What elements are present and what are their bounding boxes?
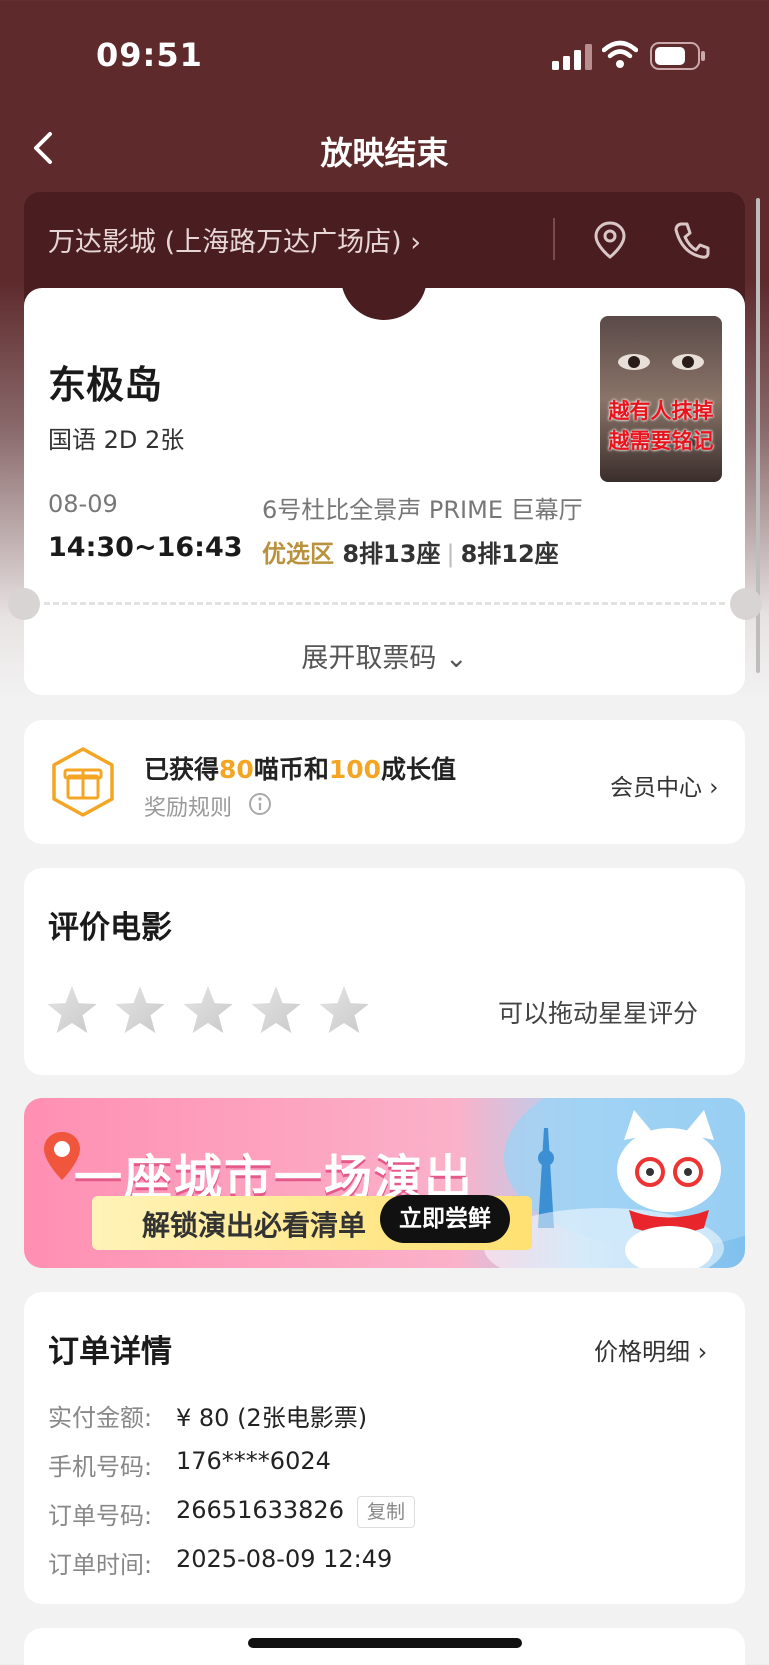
star-2-icon[interactable] <box>115 986 165 1033</box>
reward-suffix: 成长值 <box>381 755 457 784</box>
order-label-time: 订单时间: <box>48 1551 153 1579</box>
hall-name: 6号杜比全景声 PRIME 巨幕厅 <box>262 496 583 524</box>
battery-icon <box>650 42 705 70</box>
try-now-button[interactable]: 立即尝鲜 <box>380 1195 510 1243</box>
ticket-hole-left <box>8 588 40 620</box>
movie-poster[interactable]: 越有人抹掉 越需要铭记 <box>600 316 722 482</box>
status-time: 09:51 <box>96 36 203 74</box>
show-time: 14:30~16:43 <box>48 532 243 563</box>
page-title: 放映结束 <box>320 134 449 172</box>
location-pin-icon[interactable] <box>592 220 628 260</box>
order-label-number: 订单号码: <box>48 1502 153 1530</box>
reward-summary: 已获得80喵币和100成长值 <box>144 750 456 786</box>
divider <box>553 218 555 260</box>
seat-info: 优选区 8排13座 | 8排12座 <box>262 534 559 569</box>
movie-title: 东极岛 <box>48 363 163 407</box>
show-date: 08-09 <box>48 490 118 518</box>
order-label-amount: 实付金额: <box>48 1404 153 1432</box>
reward-middle: 喵币和 <box>253 755 329 784</box>
reward-prefix: 已获得 <box>144 755 220 784</box>
order-value-time: 2025-08-09 12:49 <box>176 1545 393 1573</box>
price-detail-link[interactable]: 价格明细 › <box>594 1332 707 1367</box>
copy-order-number-button[interactable]: 复制 <box>357 1496 415 1528</box>
order-title: 订单详情 <box>48 1334 172 1370</box>
cellular-signal-icon <box>552 44 592 70</box>
rate-movie-card <box>24 868 745 1075</box>
order-value-phone: 176****6024 <box>176 1447 331 1475</box>
rate-title: 评价电影 <box>48 910 172 946</box>
poster-text-2: 越需要铭记 <box>608 429 714 453</box>
cat-mascot-icon <box>617 1110 721 1268</box>
cinema-name-link[interactable]: 万达影城 (上海路万达广场店) › <box>48 220 421 259</box>
info-icon[interactable] <box>248 792 272 816</box>
stars-graphic <box>47 986 369 1033</box>
star-rating[interactable] <box>46 982 396 1038</box>
reward-coins: 80 <box>219 755 254 784</box>
wifi-icon <box>602 40 638 68</box>
order-label-phone: 手机号码: <box>48 1453 153 1481</box>
seat-1: 8排13座 <box>342 540 441 568</box>
banner-subtitle: 解锁演出必看清单 <box>142 1209 367 1242</box>
ticket-tear-line <box>44 602 725 605</box>
reward-growth: 100 <box>328 755 382 784</box>
poster-text-1: 越有人抹掉 <box>608 399 714 423</box>
seat-separator: | <box>446 540 455 568</box>
order-value-amount: ¥ 80 (2张电影票) <box>176 1404 368 1432</box>
star-3-icon[interactable] <box>183 986 233 1033</box>
movie-meta: 国语 2D 2张 <box>48 426 185 454</box>
star-4-icon[interactable] <box>251 986 301 1033</box>
seat-zone: 优选区 <box>262 540 334 568</box>
member-center-link[interactable]: 会员中心 › <box>610 768 719 802</box>
seat-2: 8排12座 <box>460 540 559 568</box>
phone-icon[interactable] <box>672 220 710 260</box>
star-1-icon[interactable] <box>47 986 97 1033</box>
order-value-number: 26651633826 <box>176 1496 344 1524</box>
ticket-hole-right <box>730 588 762 620</box>
home-indicator[interactable] <box>248 1638 522 1648</box>
reward-rules-link[interactable]: 奖励规则 <box>144 790 232 822</box>
expand-ticket-code-button[interactable]: 展开取票码 ⌄ <box>0 636 769 675</box>
gift-hexagon-icon <box>52 747 114 817</box>
star-5-icon[interactable] <box>319 986 369 1033</box>
rate-hint: 可以拖动星星评分 <box>498 999 699 1028</box>
